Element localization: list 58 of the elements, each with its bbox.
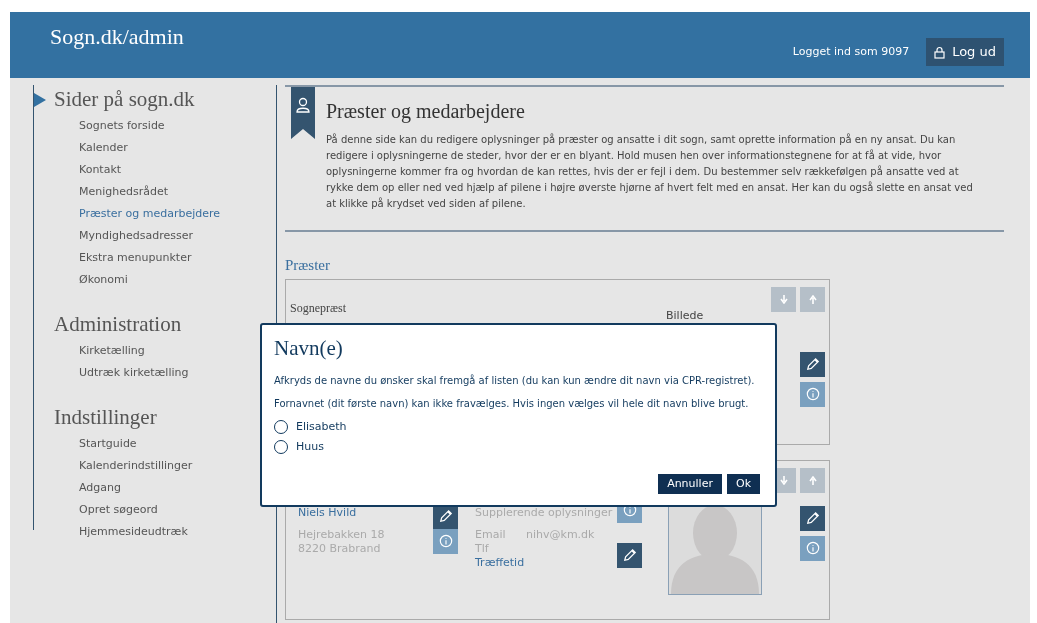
page-title: Præster og medarbejdere	[326, 99, 526, 125]
staff-name: Niels Hvild	[298, 505, 358, 520]
photo-label: Billede	[666, 308, 704, 323]
dialog-title: Navn(e)	[274, 335, 344, 362]
info-icon	[805, 541, 820, 555]
sidebar-heading: Administration	[54, 311, 182, 339]
lock-icon	[934, 45, 946, 59]
sidebar-heading: Indstillinger	[54, 404, 157, 432]
pencil-icon	[622, 548, 637, 562]
logged-in-text: Logget ind som 9097	[792, 43, 910, 60]
sidebar-link[interactable]: Økonomi	[79, 271, 128, 289]
sidebar-link[interactable]: Præster og medarbejdere	[79, 205, 221, 223]
sidebar-link[interactable]: Ekstra menupunkter	[79, 249, 192, 267]
sidebar-link[interactable]: Startguide	[79, 435, 137, 453]
section-title: Præster	[285, 256, 331, 275]
sidebar-link[interactable]: Hjemmesideudtræk	[79, 523, 188, 541]
info-icon	[805, 387, 820, 401]
edit-button[interactable]	[617, 542, 642, 568]
info-icon	[438, 534, 453, 548]
arrow-up-icon	[808, 475, 817, 485]
dialog-text: Fornavnet (dit første navn) kan ikke fravælges. Hvis ingen vælges vil hele dit navn blive brugt.	[274, 396, 750, 411]
ok-button[interactable]: Ok	[726, 474, 760, 494]
site-title: Sogn.dk/admin	[50, 23, 184, 51]
pencil-icon	[805, 357, 820, 371]
arrow-up-icon	[808, 294, 817, 304]
sidebar-link[interactable]: Opret søgeord	[79, 501, 158, 519]
sidebar-link[interactable]: Myndighedsadresser	[79, 227, 193, 245]
arrow-down-icon	[779, 294, 788, 304]
cancel-button[interactable]: Annuller	[658, 474, 722, 494]
name-radio[interactable]: Elisabeth	[274, 418, 763, 435]
address-line: 8220 Brabrand	[298, 541, 382, 556]
contact-value: nihv@km.dk	[526, 527, 595, 542]
sidebar-link[interactable]: Kalenderindstillinger	[79, 457, 193, 475]
edit-button[interactable]	[800, 351, 825, 377]
dialog-text: Afkryds de navne du ønsker skal fremgå af listen (du kan kun ændre dit navn via CPR-registret).	[274, 373, 756, 388]
address-line: Hejrebakken 18	[298, 527, 386, 542]
info-button[interactable]	[433, 528, 458, 554]
sidebar-link[interactable]: Kalender	[79, 139, 128, 157]
name-radio[interactable]: Huus	[274, 439, 763, 456]
sidebar-link[interactable]: Sognets forside	[79, 117, 165, 135]
arrow-down-icon	[779, 475, 788, 485]
contact-label: Email	[475, 527, 507, 542]
sidebar-link[interactable]: Udtræk kirketælling	[79, 364, 189, 382]
sidebar-link[interactable]: Kontakt	[79, 161, 122, 179]
office-hours-link[interactable]: Træffetid	[475, 555, 617, 570]
sidebar-link[interactable]: Adgang	[79, 479, 121, 497]
contact-label: Tlf	[475, 541, 490, 556]
pencil-icon	[438, 509, 453, 523]
logout-button[interactable]: Log ud	[926, 38, 1004, 66]
person-bookmark-icon	[291, 87, 315, 139]
edit-button[interactable]	[800, 505, 825, 531]
pencil-icon	[805, 511, 820, 525]
sidebar-link[interactable]: Kirketælling	[79, 342, 145, 360]
role-label: Sognepræst	[290, 299, 346, 317]
sidebar-heading: Sider på sogn.dk	[54, 86, 195, 114]
sidebar-link[interactable]: Menighedsrådet	[79, 183, 169, 201]
page-description: På denne side kan du redigere oplysninger på præster og ansatte i dit sogn, samt oprette information på en ny ansat. Du kan redigere i oplysningerne de steder, hvor der er en blyant. Hold musen hen over informationstegnene for at få at vide, hvor oplysningerne kommer fra og hvordan de kan rettes, hvis der er fejl i dem. Du bestemmer selv rækkefølgen på ansatte ved at rykke dem op eller ned ved hjælp af pilene i højre øverste hjørne af hvert felt med en ansat. Her kan du også slette en ansat ved at klikke på krydset ved siden af pilene.	[326, 132, 974, 211]
extra-info-label: Supplerende oplysninger	[475, 505, 614, 520]
